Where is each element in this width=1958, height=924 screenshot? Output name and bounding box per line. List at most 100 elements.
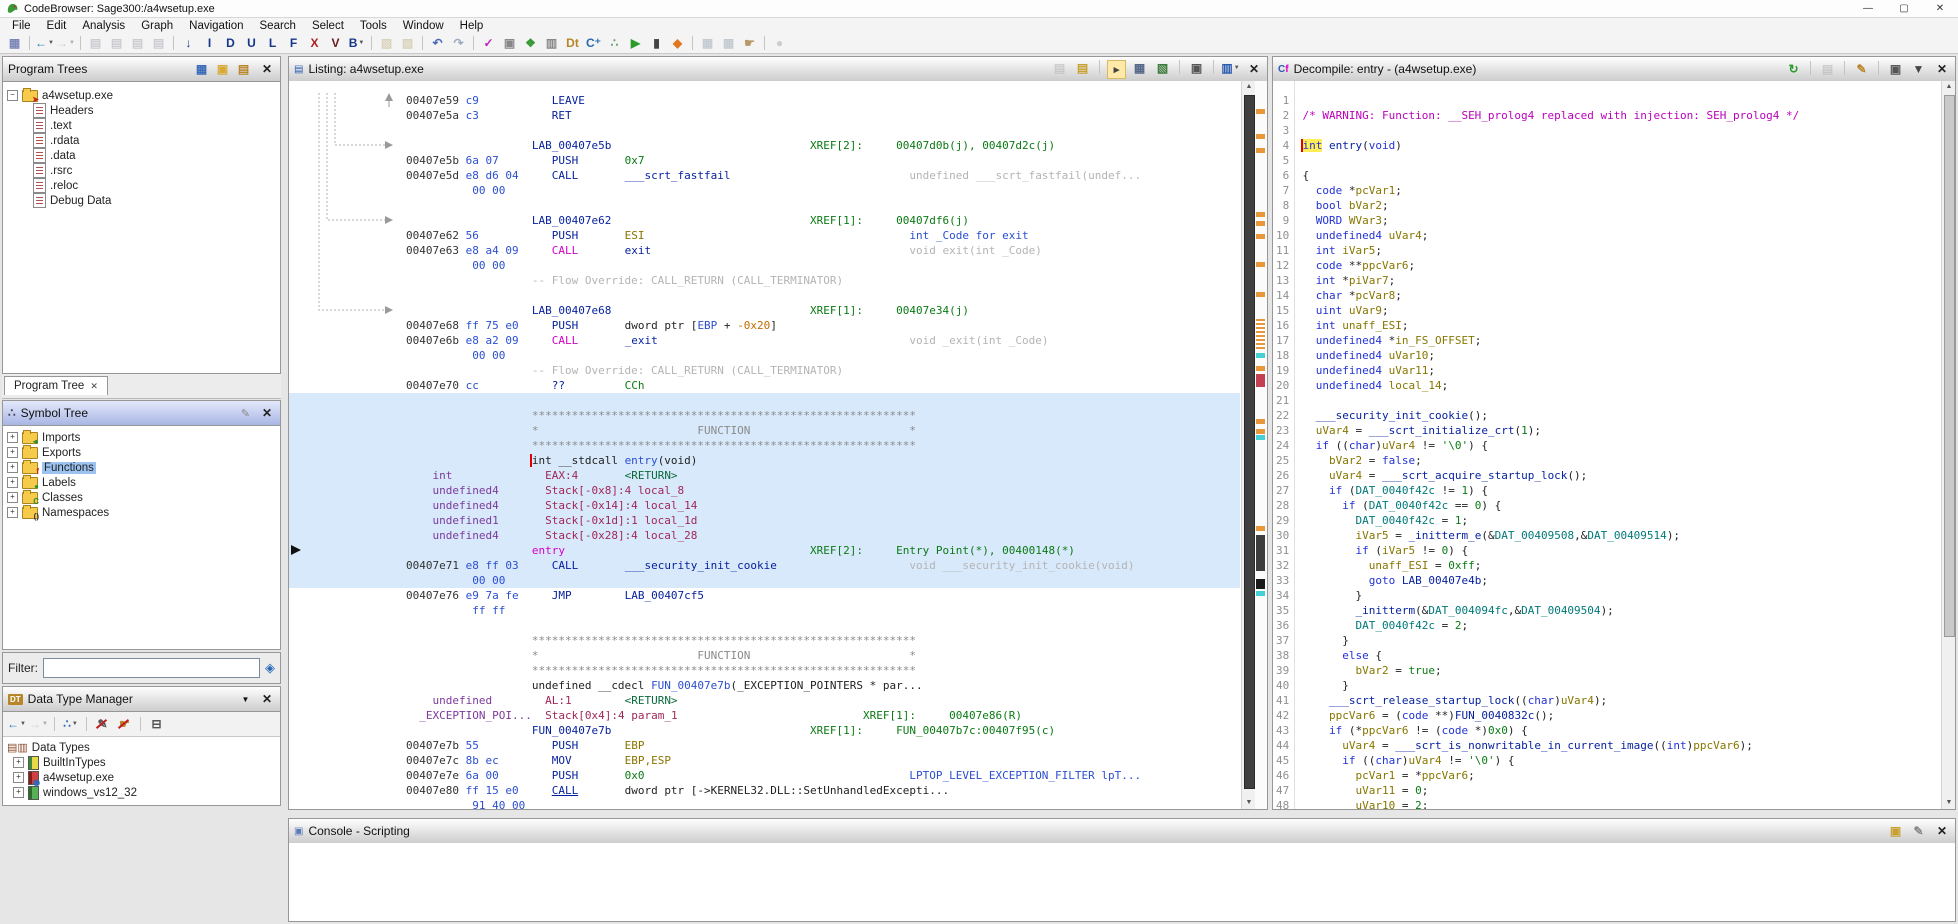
- decompile-line[interactable]: 18 undefined4 uVar10;: [1276, 348, 1941, 363]
- close-icon[interactable]: ✕: [1934, 824, 1950, 838]
- marker[interactable]: [1256, 579, 1265, 589]
- symbol-tree-item-classes[interactable]: +CClasses: [3, 490, 280, 505]
- back-icon[interactable]: ←▼: [7, 716, 26, 733]
- decompile-line[interactable]: 21: [1276, 393, 1941, 408]
- listing-line[interactable]: FUN_00407e7b XREF[1]: FUN_00407b7c:00407…: [289, 723, 1240, 738]
- listing-line[interactable]: -- Flow Override: CALL_RETURN (CALL_TERM…: [289, 273, 1240, 288]
- new-tree-icon[interactable]: ▦: [192, 61, 211, 78]
- listing-line[interactable]: 00 00: [289, 348, 1240, 363]
- validate-icon[interactable]: ✓: [479, 35, 498, 52]
- listing-line[interactable]: 00407e71 e8 ff 03 CALL ___security_init_…: [289, 558, 1240, 573]
- decompile-line[interactable]: 23 uVar4 = ___scrt_initialize_crt(1);: [1276, 423, 1941, 438]
- listing-line[interactable]: LAB_00407e5b XREF[2]: 00407d0b(j), 00407…: [289, 138, 1240, 153]
- copy-icon[interactable]: ▤: [1818, 61, 1837, 78]
- menu-item-file[interactable]: File: [4, 20, 39, 32]
- menu-item-window[interactable]: Window: [395, 20, 452, 32]
- decompile-line[interactable]: 8 bool bVar2;: [1276, 198, 1941, 213]
- scroll-lock-icon[interactable]: ▣: [1886, 823, 1905, 840]
- marker[interactable]: [1256, 435, 1265, 440]
- decompile-line[interactable]: 1: [1276, 93, 1941, 108]
- listing-line[interactable]: 00407e7c 8b ec MOV EBP,ESP: [289, 753, 1240, 768]
- redo-icon[interactable]: ↷: [449, 35, 468, 52]
- decompile-line[interactable]: 22 ___security_init_cookie();: [1276, 408, 1941, 423]
- decompile-line[interactable]: 27 if (DAT_0040f42c != 1) {: [1276, 483, 1941, 498]
- listing-line[interactable]: undefined4 Stack[-0x8]:4 local_8: [289, 483, 1240, 498]
- decompile-line[interactable]: 26 uVar4 = ___scrt_acquire_startup_lock(…: [1276, 468, 1941, 483]
- close-icon[interactable]: ✕: [1246, 62, 1262, 76]
- menu-item-tools[interactable]: Tools: [352, 20, 395, 32]
- menu-item-select[interactable]: Select: [304, 20, 352, 32]
- filter-options-icon[interactable]: ◈: [265, 660, 275, 676]
- collapse-all-icon[interactable]: ⊟: [147, 716, 166, 733]
- decompile-line[interactable]: 25 bVar2 = false;: [1276, 453, 1941, 468]
- snapshot-icon[interactable]: ▣: [1886, 61, 1905, 78]
- disable-pointer-icon[interactable]: ☛: [115, 716, 134, 733]
- function-graph-icon[interactable]: ▮: [647, 35, 666, 52]
- out-function-icon[interactable]: ▧: [398, 35, 417, 52]
- marker[interactable]: [1256, 234, 1265, 239]
- decompile-line[interactable]: 11 int iVar5;: [1276, 243, 1941, 258]
- listing-line[interactable]: LAB_00407e68 XREF[1]: 00407e34(j): [289, 303, 1240, 318]
- symbol-tree-item-imports[interactable]: +◄Imports: [3, 430, 280, 445]
- table-chart-icon[interactable]: ▦: [719, 35, 738, 52]
- decompile-line[interactable]: 35 _initterm(&DAT_004094fc,&DAT_00409504…: [1276, 603, 1941, 618]
- run-script-icon[interactable]: ▶: [626, 35, 645, 52]
- listing-line[interactable]: 00407e63 e8 a4 09 CALL exit void exit(in…: [289, 243, 1240, 258]
- decompile-line[interactable]: 34 }: [1276, 588, 1941, 603]
- dtm-item-a4wsetupexe[interactable]: +◉a4wsetup.exe: [3, 770, 280, 785]
- marker[interactable]: [1256, 535, 1265, 571]
- decompile-line[interactable]: 46 pcVar1 = *ppcVar6;: [1276, 768, 1941, 783]
- diamond-icon[interactable]: ◆: [668, 35, 687, 52]
- collapse-icon[interactable]: −: [7, 90, 18, 101]
- marker[interactable]: [1256, 419, 1265, 424]
- forward-icon[interactable]: →▼: [56, 35, 75, 52]
- expand-icon[interactable]: +: [7, 432, 18, 443]
- edit-icon[interactable]: ✎: [237, 405, 254, 422]
- data-type-manager-icon[interactable]: Dt: [563, 35, 582, 52]
- listing-line[interactable]: ****************************************…: [289, 438, 1240, 453]
- decompile-line[interactable]: 2 /* WARNING: Function: __SEH_prolog4 re…: [1276, 108, 1941, 123]
- decompile-line[interactable]: 38 else {: [1276, 648, 1941, 663]
- marker[interactable]: [1256, 148, 1265, 153]
- decompile-line[interactable]: 45 if ((char)uVar4 != '\0') {: [1276, 753, 1941, 768]
- decompile-line[interactable]: 4 int entry(void): [1276, 138, 1941, 153]
- marker[interactable]: [1256, 526, 1265, 531]
- snapshot-icon[interactable]: ▣: [1187, 60, 1206, 77]
- menu-caret-icon[interactable]: ▼: [1909, 61, 1928, 78]
- close-button[interactable]: ✕: [1922, 0, 1958, 18]
- c-parser-icon[interactable]: C⁺: [584, 35, 603, 52]
- decompile-line[interactable]: 19 undefined4 uVar11;: [1276, 363, 1941, 378]
- in-function-icon[interactable]: ▧: [377, 35, 396, 52]
- chevron-down-icon[interactable]: ▼: [237, 691, 254, 708]
- decompile-line[interactable]: 5: [1276, 153, 1941, 168]
- listing-line[interactable]: 00407e70 cc ?? CCh: [289, 378, 1240, 393]
- nav-non-function-icon[interactable]: X: [305, 35, 324, 52]
- decompile-line[interactable]: 3: [1276, 123, 1941, 138]
- listing-line[interactable]: _EXCEPTION_POI... Stack[0x4]:4 param_1 X…: [289, 708, 1240, 723]
- listing-line[interactable]: -- Flow Override: CALL_RETURN (CALL_TERM…: [289, 363, 1240, 378]
- symbol-tree-item-functions[interactable]: +fFunctions: [3, 460, 280, 475]
- marker[interactable]: [1256, 591, 1265, 596]
- decompile-line[interactable]: 16 int unaff_ESI;: [1276, 318, 1941, 333]
- listing-line[interactable]: 00407e6b e8 a2 09 CALL _exit void _exit(…: [289, 333, 1240, 348]
- listing-line[interactable]: 91 40 00: [289, 798, 1240, 809]
- listing-line[interactable]: ff ff: [289, 603, 1240, 618]
- listing-line[interactable]: int __stdcall entry(void): [289, 453, 1240, 468]
- table-view-icon[interactable]: ▦: [698, 35, 717, 52]
- close-tab-icon[interactable]: ✕: [90, 381, 98, 392]
- listing-line[interactable]: 00407e76 e9 7a fe JMP LAB_00407cf5: [289, 588, 1240, 603]
- expand-icon[interactable]: +: [13, 757, 24, 768]
- decompile-line[interactable]: 15 uint uVar9;: [1276, 303, 1941, 318]
- nav-next-instruction-icon[interactable]: ↓: [179, 35, 198, 52]
- disable-edit-icon[interactable]: ✎: [93, 716, 112, 733]
- listing-line[interactable]: int EAX:4 <RETURN>: [289, 468, 1240, 483]
- marker[interactable]: [1256, 366, 1265, 371]
- listing-line[interactable]: * FUNCTION *: [289, 423, 1240, 438]
- decompile-line[interactable]: 33 goto LAB_00407e4b;: [1276, 573, 1941, 588]
- decompile-line[interactable]: 17 undefined4 *in_FS_OFFSET;: [1276, 333, 1941, 348]
- nav-instruction-icon[interactable]: I: [200, 35, 219, 52]
- save-icon[interactable]: ▦: [5, 35, 24, 52]
- listing-body[interactable]: 00407e59 c9 LEAVE00407e5a c3 RET LAB_004…: [289, 81, 1267, 809]
- decompile-line[interactable]: 28 if (DAT_0040f42c == 0) {: [1276, 498, 1941, 513]
- listing-line[interactable]: undefined AL:1 <RETURN>: [289, 693, 1240, 708]
